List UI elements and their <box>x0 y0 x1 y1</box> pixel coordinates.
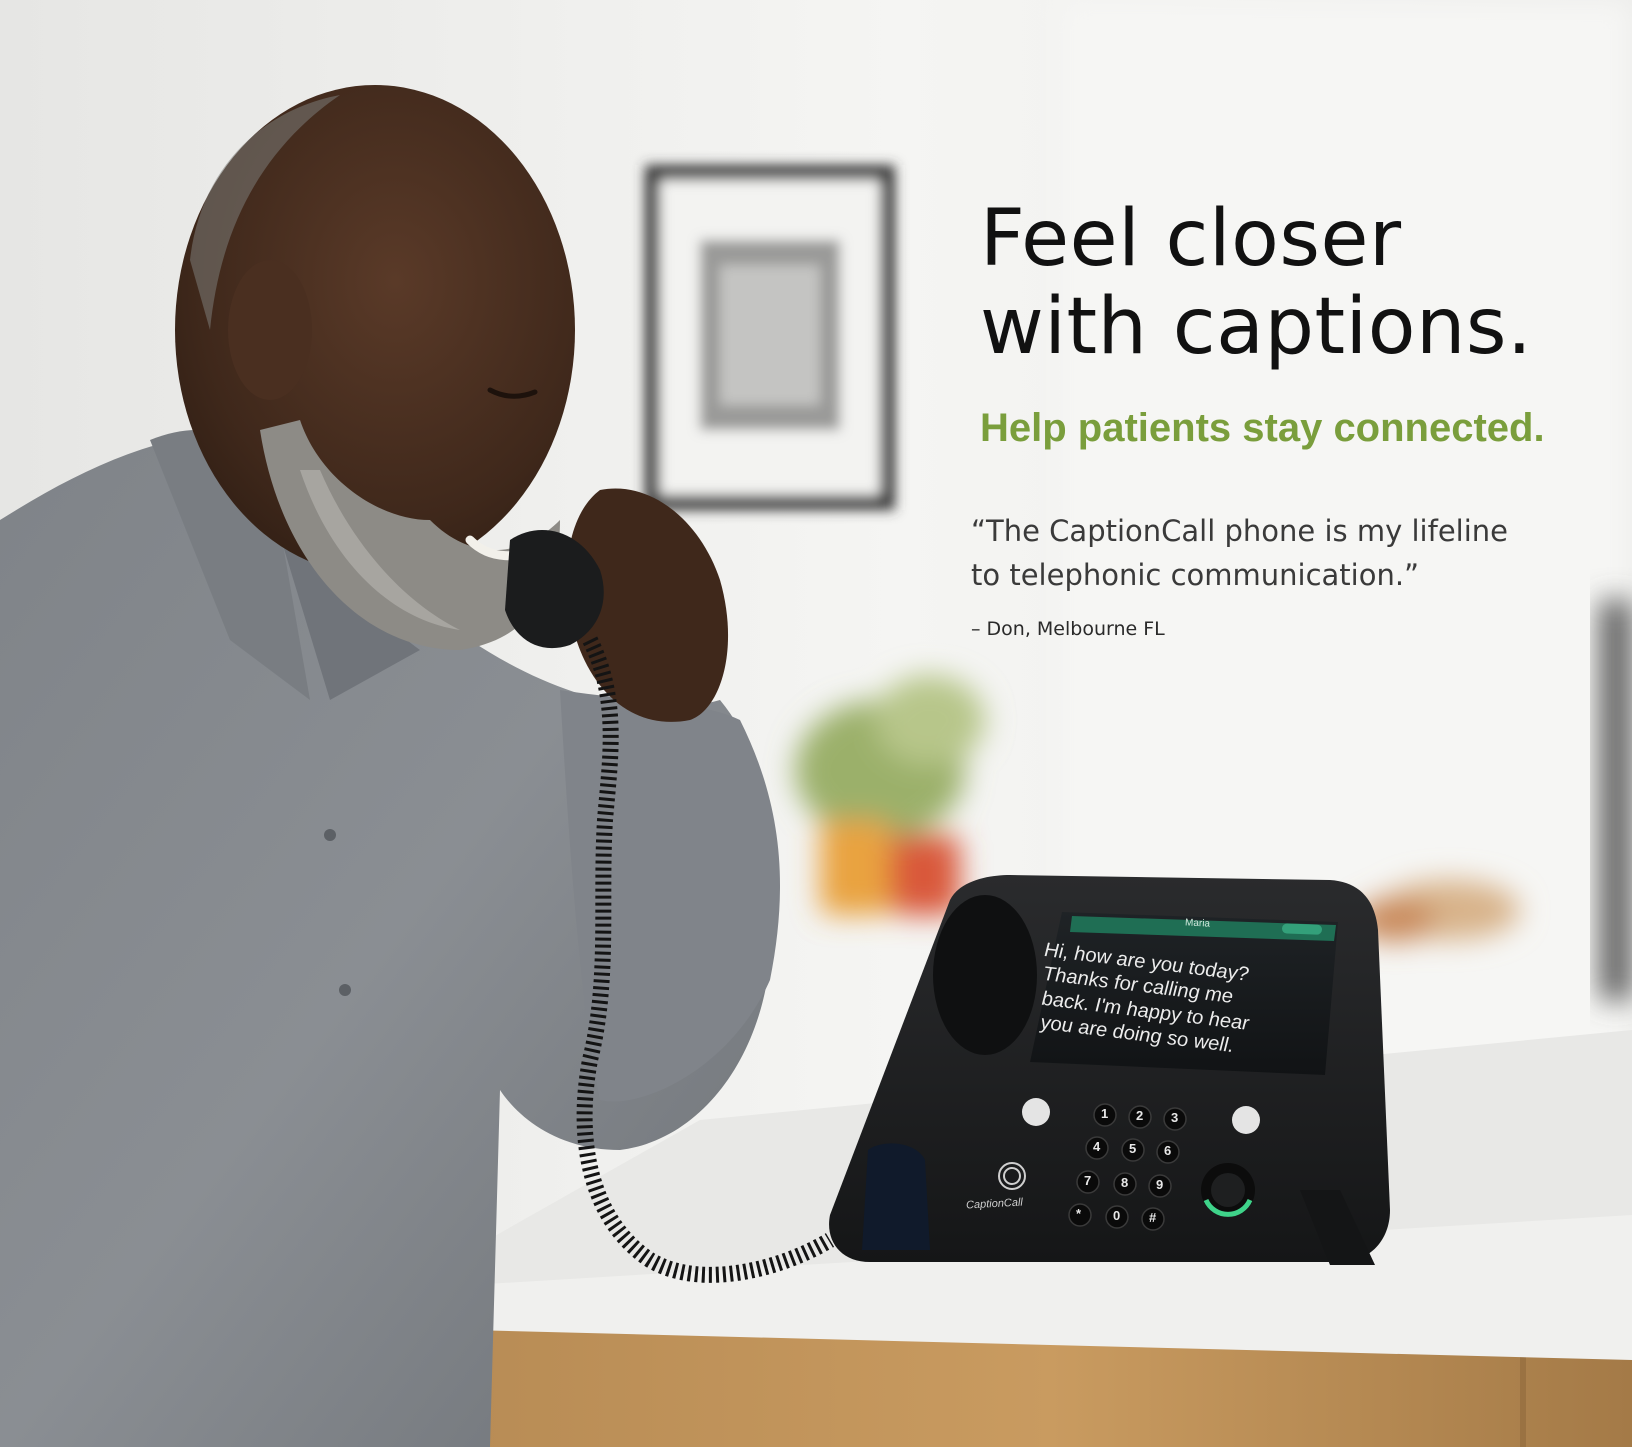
key-label: 3 <box>1171 1110 1179 1125</box>
key-label: 0 <box>1113 1208 1121 1223</box>
key-label: 2 <box>1136 1108 1144 1123</box>
testimonial-quote: “The CaptionCall phone is my lifeline to… <box>971 510 1531 597</box>
wall-frame <box>645 165 895 510</box>
subheadline: Help patients stay connected. <box>980 406 1545 450</box>
key-label: # <box>1149 1210 1157 1225</box>
quote-line-1: “The CaptionCall phone is my lifeline <box>971 514 1508 548</box>
key-label: 1 <box>1101 1106 1109 1121</box>
key-label: 8 <box>1121 1175 1129 1190</box>
quote-attribution: – Don, Melbourne FL <box>971 618 1165 640</box>
key-label: 5 <box>1129 1141 1137 1156</box>
headline: Feel closer with captions. <box>980 195 1580 371</box>
key-label: 4 <box>1093 1139 1101 1154</box>
headline-line-2: with captions. <box>980 282 1533 373</box>
key-label: 6 <box>1164 1143 1172 1158</box>
headline-line-1: Feel closer <box>980 194 1402 284</box>
quote-line-2: to telephonic communication.” <box>971 557 1420 592</box>
key-label: * <box>1076 1206 1082 1221</box>
key-label: 7 <box>1084 1173 1092 1188</box>
screen-contact-name: Maria <box>1184 917 1211 930</box>
key-label: 9 <box>1156 1177 1164 1192</box>
ad-photo: Feel closer with captions. Help patients… <box>0 0 1632 1447</box>
